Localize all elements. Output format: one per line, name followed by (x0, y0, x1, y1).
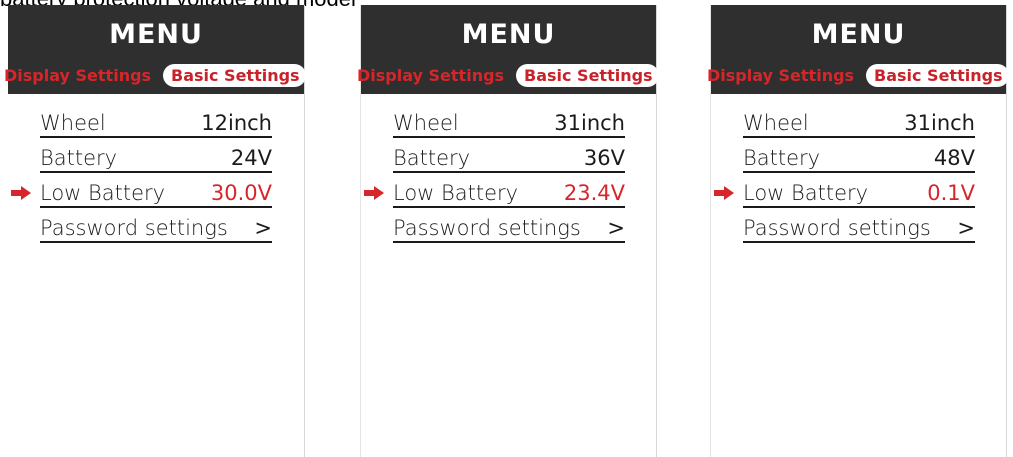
menu-row-wheel[interactable]: Wheel 12inch (40, 105, 272, 138)
menu-title: MENU (109, 19, 203, 50)
menu-row-battery[interactable]: Battery 48V (743, 140, 975, 173)
menu-row-password[interactable]: Password settings > (40, 210, 272, 243)
chevron-right-icon: > (607, 216, 625, 240)
menu-row-password[interactable]: Password settings > (393, 210, 625, 243)
chevron-right-icon: > (957, 216, 975, 240)
menu-row-low-battery[interactable]: Low Battery 30.0V (11, 175, 272, 208)
row-label: Wheel (743, 111, 809, 135)
right-arrow-icon (11, 186, 31, 200)
menu-row-password[interactable]: Password settings > (743, 210, 975, 243)
row-value: 48V (933, 146, 975, 170)
settings-list: Wheel 12inch Battery 24V Low Battery 30.… (11, 105, 272, 245)
row-label: Battery (393, 146, 471, 170)
row-value: 36V (583, 146, 625, 170)
row-label: Battery (743, 146, 821, 170)
menu-row-wheel[interactable]: Wheel 31inch (743, 105, 975, 138)
tab-display-settings[interactable]: Display Settings (4, 66, 151, 85)
menu-title: MENU (461, 19, 556, 50)
tab-display-settings[interactable]: Display Settings (707, 66, 854, 85)
row-label: Battery (40, 146, 118, 170)
row-label: Password settings (393, 216, 581, 240)
row-value: 23.4V (563, 181, 625, 205)
menu-row-low-battery[interactable]: Low Battery 0.1V (714, 175, 975, 208)
settings-list: Wheel 31inch Battery 48V Low Battery 0.1… (714, 105, 975, 245)
row-value: 31inch (554, 111, 625, 135)
row-value: 0.1V (927, 181, 975, 205)
row-value: 24V (230, 146, 272, 170)
chevron-right-icon: > (254, 216, 272, 240)
row-value: 12inch (201, 111, 272, 135)
menu-header: MENU Display Settings Basic Settings (4, 5, 306, 94)
menu-header: MENU Display Settings Basic Settings (357, 5, 659, 94)
tab-basic-settings[interactable]: Basic Settings (163, 64, 306, 87)
row-label: Low Battery (40, 181, 166, 205)
menu-row-low-battery[interactable]: Low Battery 23.4V (364, 175, 625, 208)
row-label: Low Battery (393, 181, 519, 205)
tab-basic-settings[interactable]: Basic Settings (866, 64, 1009, 87)
row-label: Low Battery (743, 181, 869, 205)
tab-basic-settings[interactable]: Basic Settings (516, 64, 659, 87)
device-screen-2: MENU Display Settings Basic Settings Whe… (357, 5, 659, 457)
right-arrow-icon (714, 186, 734, 200)
row-label: Wheel (40, 111, 106, 135)
device-screen-3: MENU Display Settings Basic Settings Whe… (707, 5, 1009, 457)
menu-row-wheel[interactable]: Wheel 31inch (393, 105, 625, 138)
row-value: 30.0V (210, 181, 272, 205)
row-label: Password settings (743, 216, 931, 240)
right-arrow-icon (364, 186, 384, 200)
row-label: Wheel (393, 111, 459, 135)
settings-list: Wheel 31inch Battery 36V Low Battery 23.… (364, 105, 625, 245)
menu-title: MENU (811, 19, 906, 50)
row-value: 31inch (904, 111, 975, 135)
tab-display-settings[interactable]: Display Settings (357, 66, 504, 85)
device-screen-1: MENU Display Settings Basic Settings Whe… (4, 5, 306, 457)
row-label: Password settings (40, 216, 228, 240)
menu-header: MENU Display Settings Basic Settings (707, 5, 1009, 94)
menu-row-battery[interactable]: Battery 24V (40, 140, 272, 173)
menu-row-battery[interactable]: Battery 36V (393, 140, 625, 173)
